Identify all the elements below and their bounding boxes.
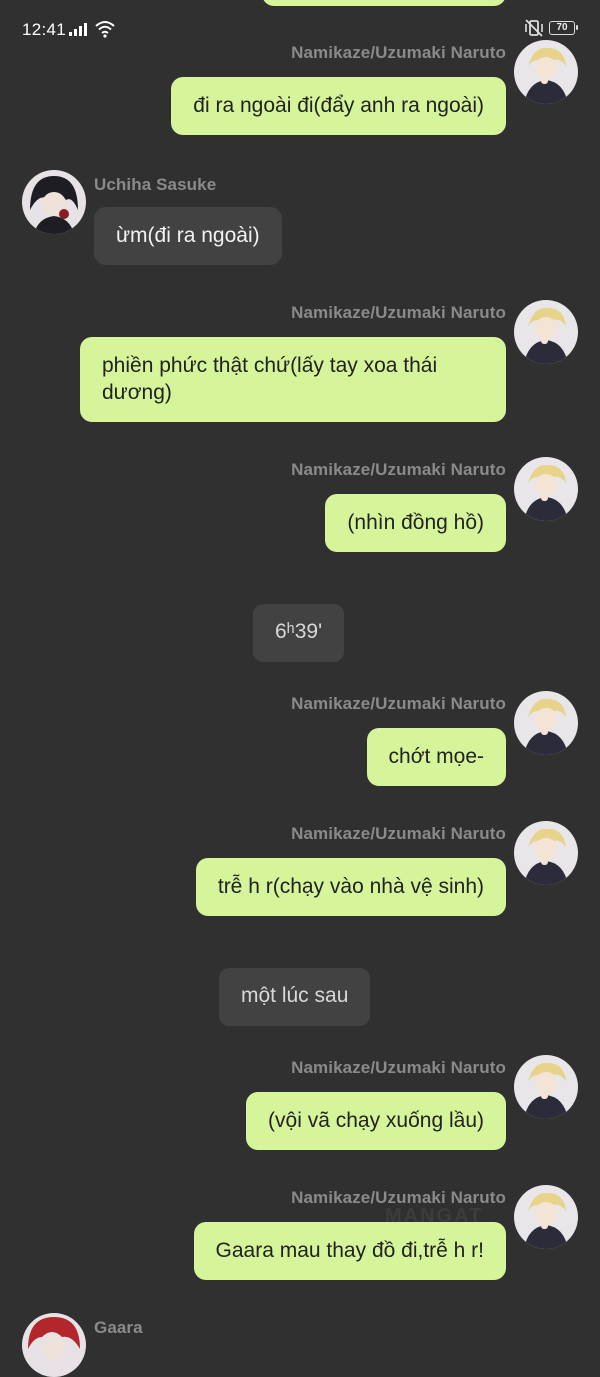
sender-name: Namikaze/Uzumaki Naruto <box>291 43 506 62</box>
message-bubble: (nhìn đồng hồ) <box>325 494 506 552</box>
sasuke-avatar[interactable] <box>22 170 86 234</box>
sender-name: Namikaze/Uzumaki Naruto <box>291 460 506 479</box>
message-bubble: trễ h r(chạy vào nhà vệ sinh) <box>195 858 506 916</box>
battery-icon: 70 <box>549 21 578 35</box>
sender-name: Namikaze/Uzumaki Naruto <box>291 824 506 843</box>
vibrate-off-icon <box>524 19 544 42</box>
message-bubble: chớt mọe- <box>366 728 506 786</box>
sender-name: Namikaze/Uzumaki Naruto <box>291 694 506 713</box>
naruto-avatar[interactable] <box>514 691 578 755</box>
sender-name: Namikaze/Uzumaki Naruto <box>291 303 506 322</box>
sender-name: Namikaze/Uzumaki Naruto <box>291 1058 506 1077</box>
naruto-avatar[interactable] <box>514 300 578 364</box>
wifi-icon <box>95 20 115 43</box>
naruto-avatar[interactable] <box>514 821 578 885</box>
previous-message-bubble <box>262 0 506 6</box>
naruto-avatar[interactable] <box>514 1185 578 1249</box>
message-bubble: ừm(đi ra ngoài) <box>94 207 282 265</box>
message-bubble: Gaara mau thay đồ đi,trễ h r! <box>193 1222 506 1280</box>
message-bubble: đi ra ngoài đi(đẩy anh ra ngoài) <box>171 77 506 135</box>
status-time: 12:41 <box>22 20 67 39</box>
naruto-avatar[interactable] <box>514 1055 578 1119</box>
message-bubble: (vội vã chạy xuống lầu) <box>246 1092 506 1150</box>
signal-bars-icon <box>68 22 90 41</box>
sender-name: Gaara <box>94 1318 143 1337</box>
message-bubble: phiền phức thật chứ(lấy tay xoa thái dươ… <box>80 337 506 422</box>
naruto-avatar[interactable] <box>514 457 578 521</box>
sender-name: Uchiha Sasuke <box>94 175 217 194</box>
sender-name: Namikaze/Uzumaki Naruto <box>291 1188 506 1207</box>
naruto-avatar[interactable] <box>514 40 578 104</box>
gaara-avatar[interactable] <box>22 1313 86 1377</box>
narration-bubble: một lúc sau <box>219 968 371 1026</box>
narration-bubble: 6ʰ39' <box>253 604 345 662</box>
